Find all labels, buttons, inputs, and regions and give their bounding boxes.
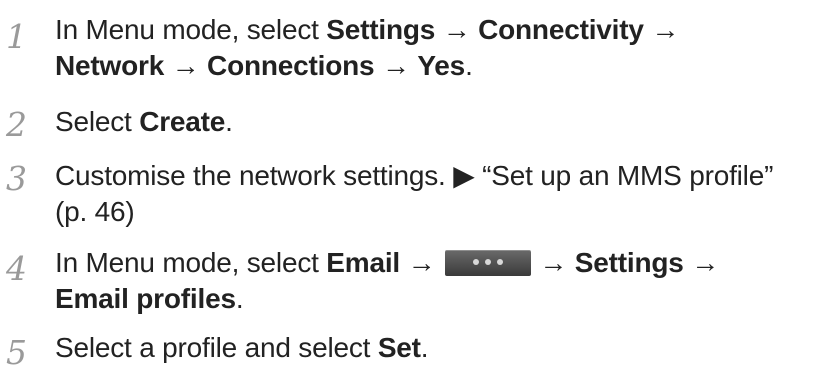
text-run: . bbox=[235, 283, 244, 314]
dot bbox=[497, 258, 504, 265]
instruction-steps: 1 In Menu mode, select Settings → Connec… bbox=[0, 0, 830, 369]
arrow-text: → bbox=[400, 247, 436, 278]
text-run: . bbox=[465, 50, 473, 81]
step-text: Select a profile and select Set. bbox=[55, 330, 825, 366]
step-line: Email profiles. bbox=[55, 281, 825, 317]
text-run: In Menu mode, select bbox=[55, 247, 327, 278]
text-run: . bbox=[225, 106, 233, 137]
page-reference: (p. 46) bbox=[55, 196, 135, 227]
step-line: In Menu mode, select Email → → Settings → bbox=[55, 245, 825, 281]
text-run: Customise the network settings. ▶ “Set u… bbox=[55, 160, 774, 191]
menu-term: Create bbox=[139, 106, 226, 137]
dot bbox=[485, 258, 492, 265]
arrow-text: → bbox=[435, 14, 479, 45]
step-number: 2 bbox=[6, 105, 27, 144]
menu-term: Set bbox=[377, 332, 421, 363]
step-text: In Menu mode, select Email → → Settings →… bbox=[55, 245, 825, 317]
step-line: In Menu mode, select Settings → Connecti… bbox=[55, 12, 825, 48]
step-number: 1 bbox=[6, 17, 27, 56]
menu-term: Settings bbox=[326, 14, 436, 45]
menu-term: Connections bbox=[207, 50, 375, 81]
text-run: Select bbox=[55, 106, 140, 137]
step-text: In Menu mode, select Settings → Connecti… bbox=[55, 12, 825, 84]
text-run: . bbox=[420, 332, 429, 363]
more-options-button[interactable] bbox=[445, 249, 532, 276]
step-text: Customise the network settings. ▶ “Set u… bbox=[55, 158, 825, 230]
dot bbox=[473, 258, 480, 265]
menu-term: Settings bbox=[574, 247, 684, 278]
menu-term: Email bbox=[326, 247, 400, 278]
text-run: In Menu mode, select bbox=[55, 14, 327, 45]
arrow-text: → bbox=[539, 247, 575, 278]
step-line: Customise the network settings. ▶ “Set u… bbox=[55, 158, 825, 194]
menu-term: Connectivity bbox=[478, 14, 644, 45]
arrow-text: → bbox=[164, 50, 208, 81]
arrow-text: → bbox=[643, 14, 680, 45]
menu-term: Network bbox=[55, 50, 165, 81]
text-run: Select a profile and select bbox=[55, 332, 378, 363]
step-line: (p. 46) bbox=[55, 194, 825, 230]
step-number: 5 bbox=[6, 333, 27, 372]
step-line: Select a profile and select Set. bbox=[55, 330, 825, 366]
step-line: Network → Connections → Yes. bbox=[55, 48, 825, 84]
step-line: Select Create. bbox=[55, 104, 825, 140]
menu-term: Email profiles bbox=[55, 283, 236, 314]
step-text: Select Create. bbox=[55, 104, 825, 140]
step-number: 4 bbox=[6, 249, 27, 288]
arrow-text: → bbox=[683, 247, 720, 278]
more-dots-icon bbox=[445, 258, 531, 267]
step-number: 3 bbox=[6, 159, 27, 198]
arrow-text: → bbox=[374, 50, 418, 81]
menu-term: Yes bbox=[417, 50, 466, 81]
